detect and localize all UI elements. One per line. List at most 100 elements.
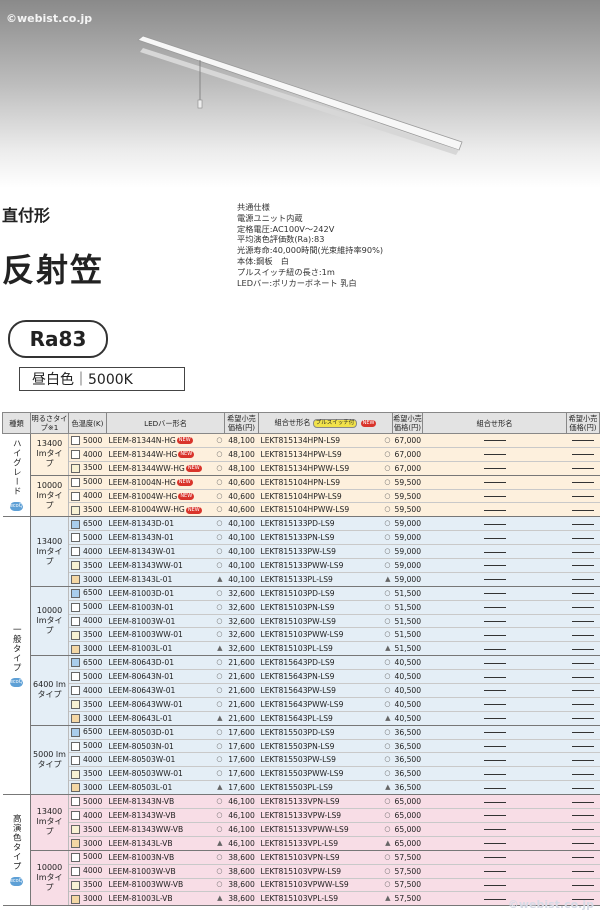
empty-price-cell	[566, 489, 600, 504]
empty-price-cell	[566, 641, 600, 657]
price-cell: 40,100	[224, 516, 259, 532]
availability-mark: ○	[384, 560, 391, 569]
combo-cell: LEKT815103PD-LS9 ○	[258, 586, 393, 601]
availability-mark: ○	[216, 685, 223, 694]
dash-mark	[483, 537, 506, 539]
price-cell: 32,600	[224, 586, 259, 601]
empty-combo-cell	[422, 725, 567, 740]
combo-model: LEKT815133PWW-LS9	[260, 560, 344, 570]
empty-combo-cell	[422, 586, 567, 601]
color-swatch-icon	[71, 630, 80, 640]
table-row: 5000 LEEM-80503N-01 ○ 17,600 LEKT815503PN-LS…	[3, 739, 600, 754]
price-cell: 40,100	[224, 572, 259, 587]
price-cell: 32,600	[224, 614, 259, 629]
price-cell: 21,600	[224, 655, 259, 671]
availability-mark: ○	[216, 727, 223, 736]
combo-model: LEKT815133PW-LS9	[260, 547, 336, 557]
price-cell: 48,100	[224, 461, 259, 476]
availability-mark: ○	[216, 824, 223, 833]
availability-mark: ○	[384, 852, 391, 861]
table-row: 3500 LEEM-81004WW-HG NEW ○ 40,600 LEKT815104H…	[3, 502, 600, 518]
availability-mark: ○	[216, 797, 223, 806]
table-body: ハイグレード ecoQ 13400 lmタイプ 5000 LEEM-81344N-HG N…	[2, 433, 600, 907]
color-temp-cell: 3500	[68, 461, 107, 476]
empty-price-cell	[566, 850, 600, 865]
led-bar-model: LEEM-81004WW-HG	[108, 505, 185, 515]
empty-price-cell	[566, 752, 600, 768]
header-type: 種類	[2, 412, 31, 434]
combo-cell: LEKT815133PD-LS9 ○	[258, 516, 393, 532]
availability-mark: ○	[216, 810, 223, 819]
empty-price-cell	[566, 461, 600, 476]
dash-mark	[483, 454, 506, 456]
availability-mark: ○	[216, 519, 223, 528]
color-swatch-icon	[71, 477, 80, 487]
led-bar-cell: LEEM-81003W-01 ○	[106, 614, 225, 629]
watermark-top: ©webist.co.jp	[6, 12, 93, 25]
combo-price-cell: 59,000	[392, 516, 423, 532]
led-bar-model: LEEM-81003WW-VB	[108, 880, 184, 890]
dash-mark	[483, 621, 506, 623]
combo-model: LEKT815643PN-LS9	[260, 672, 335, 682]
color-temp-value: 5000	[83, 477, 103, 487]
eco-icon: ecoQ	[9, 877, 23, 887]
availability-mark: ○	[384, 866, 391, 875]
table-row: ハイグレード ecoQ 13400 lmタイプ 5000 LEEM-81344N-HG N…	[2, 433, 600, 518]
color-temp-cell: 4000	[68, 808, 107, 823]
empty-price-cell	[566, 516, 600, 532]
dash-mark	[572, 704, 594, 706]
led-bar-cell: LEEM-81003D-01 ○	[106, 586, 225, 601]
watermark-bottom: ©webist.co.jp	[507, 898, 594, 911]
table-row: 5000 LEEM-80643N-01 ○ 21,600 LEKT815643PN-LS…	[3, 669, 600, 685]
color-temp-cell: 3500	[68, 878, 107, 893]
color-temp-value: 3500	[83, 463, 103, 473]
combo-price-cell: 40,500	[392, 711, 423, 726]
empty-combo-cell	[422, 489, 567, 504]
availability-mark: ▲	[385, 838, 391, 847]
color-swatch-icon	[71, 783, 80, 793]
color-temp-value: 5000	[83, 602, 103, 612]
led-bar-model: LEEM-81343N-01	[108, 533, 174, 543]
led-bar-cell: LEEM-81344W-HG NEW ○	[106, 447, 225, 462]
led-bar-model: LEEM-81344N-HG	[108, 435, 176, 445]
availability-mark: ○	[384, 824, 391, 833]
dash-mark	[483, 773, 506, 775]
table-row: 3500 LEEM-81344WW-HG NEW ○ 48,100 LEKT815134H…	[3, 461, 600, 476]
dash-mark	[572, 648, 594, 650]
combo-model: LEKT815134HPW-LS9	[260, 449, 342, 459]
availability-mark: ▲	[217, 644, 223, 653]
table-row: 3000 LEEM-80503L-01 ▲ 17,600 LEKT815503PL-LS…	[3, 780, 600, 796]
availability-mark: ○	[384, 699, 391, 708]
table-row: 4000 LEEM-80503W-01 ○ 17,600 LEKT815503PW-LS…	[3, 752, 600, 768]
price-cell: 38,600	[224, 850, 259, 865]
dash-mark	[572, 690, 594, 692]
led-bar-model: LEEM-81003L-VB	[108, 894, 173, 904]
dash-mark	[572, 607, 594, 609]
price-cell: 38,600	[224, 891, 259, 907]
color-temp-cell: 3000	[68, 891, 107, 907]
dash-mark	[483, 648, 506, 650]
color-swatch-icon	[71, 839, 80, 849]
combo-price-cell: 51,500	[392, 600, 423, 615]
combo-cell: LEKT815134HPN-LS9 ○	[258, 433, 393, 448]
availability-mark: ▲	[217, 838, 223, 847]
color-temp-cell: 5000	[68, 669, 107, 685]
combo-price-cell: 36,500	[392, 725, 423, 740]
combo-model: LEKT815133VPW-LS9	[260, 810, 342, 820]
empty-price-cell	[566, 725, 600, 740]
availability-mark: ○	[216, 852, 223, 861]
spec-line: 共通仕様	[237, 202, 270, 212]
color-temp-cell: 5000	[68, 433, 107, 448]
empty-price-cell	[566, 836, 600, 851]
dash-mark	[572, 801, 594, 803]
color-temp-cell: 5000	[68, 739, 107, 754]
led-bar-model: LEEM-81003WW-01	[108, 630, 183, 640]
product-table: 種類 明るさタイプ※1 色温度(K) LEDバー形名 希望小売価格(円) 組合せ…	[2, 412, 600, 907]
combo-model: LEKT815104HPWW-LS9	[260, 505, 350, 515]
dash-mark	[483, 815, 506, 817]
empty-combo-cell	[422, 600, 567, 615]
combo-model: LEKT815133PN-LS9	[260, 533, 335, 543]
price-cell: 46,100	[224, 822, 259, 837]
combo-cell: LEKT815133PL-LS9 ▲	[258, 572, 393, 587]
led-bar-cell: LEEM-81004WW-HG NEW ○	[106, 502, 225, 518]
